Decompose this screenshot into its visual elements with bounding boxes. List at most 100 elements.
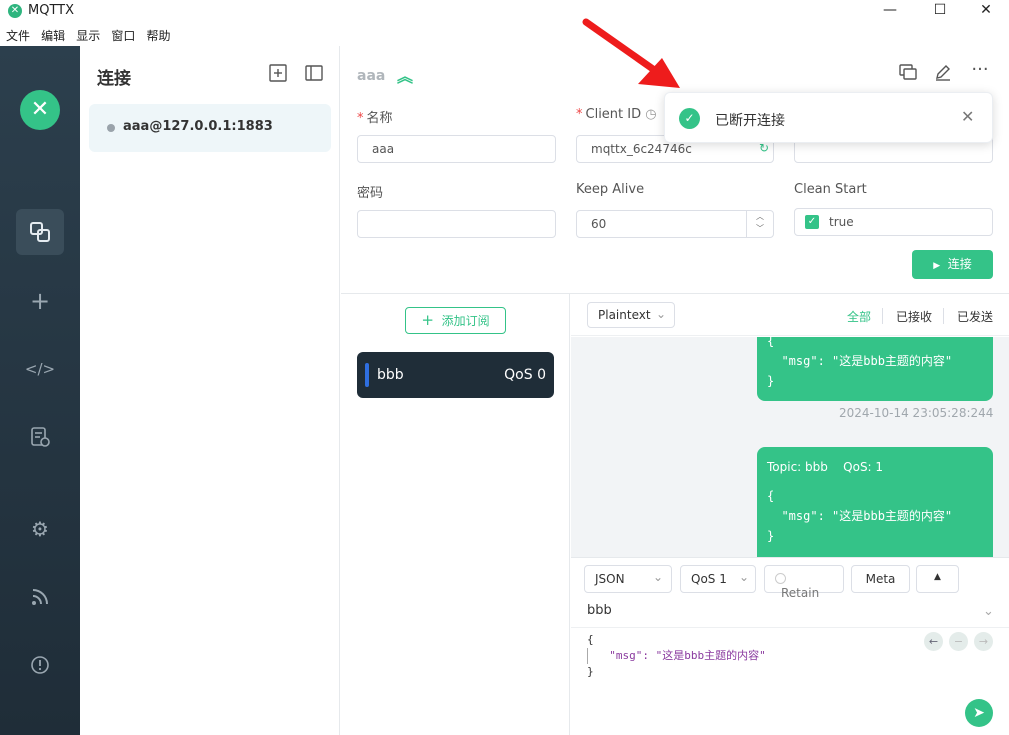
connect-button[interactable]: ▶ 连接: [912, 250, 993, 279]
payload-line: {: [767, 337, 775, 348]
title-bar: ✕ MQTTX — ☐ ✕: [0, 0, 1009, 24]
menu-view[interactable]: 显示: [70, 24, 100, 44]
about-icon[interactable]: [16, 642, 64, 688]
connection-panel: 连接 aaa@127.0.0.1:1883: [80, 46, 340, 735]
divider: [571, 627, 1009, 628]
log-icon[interactable]: [16, 414, 64, 460]
nav-sidebar: ✕ + </> ⚙: [0, 46, 80, 735]
new-group-button[interactable]: [267, 64, 289, 86]
password-label: 密码: [357, 186, 384, 201]
close-button[interactable]: ✕: [966, 0, 1006, 22]
checkbox-checked-icon[interactable]: ✓: [805, 215, 819, 229]
menu-file[interactable]: 文件: [0, 24, 30, 44]
publish-area: JSON ⌄ QoS 1 ⌄ Retain Meta ▲ bbb ⌄ { "ms…: [571, 557, 1009, 735]
payload-line: "msg": "这是bbb主题的内容": [767, 354, 953, 368]
clean-start-value: true: [829, 215, 854, 229]
payload-type-select[interactable]: JSON ⌄: [584, 565, 672, 593]
app-logo-icon: ✕: [8, 4, 22, 18]
success-check-icon: ✓: [679, 108, 700, 129]
subscription-color-bar: [365, 363, 369, 387]
subscribe-feed-icon[interactable]: [16, 574, 64, 620]
annotation-arrow-icon: [582, 18, 680, 88]
toggle-panel-button[interactable]: [303, 64, 325, 86]
plus-icon: +: [421, 311, 434, 329]
message-topic: Topic: bbb: [767, 460, 828, 474]
filter-sent[interactable]: 已发送: [957, 308, 993, 325]
chevron-down-icon: ⌄: [655, 307, 666, 321]
publish-topic-input[interactable]: bbb: [587, 603, 612, 618]
payload-line: }: [767, 374, 775, 388]
play-icon: ▶: [933, 261, 941, 271]
client-id-label: * Client ID ◷: [576, 107, 657, 122]
stepper[interactable]: ︿ ﹀: [746, 211, 773, 237]
payload-line: "msg": "这是bbb主题的内容": [767, 509, 953, 523]
subscription-qos: QoS 0: [504, 367, 546, 383]
close-icon[interactable]: ✕: [961, 107, 974, 126]
more-options-icon[interactable]: ···: [968, 59, 992, 81]
subscription-topic: bbb: [377, 367, 404, 383]
chevron-down-icon: ⌄: [652, 570, 663, 584]
connection-status-dot: [107, 124, 115, 132]
expand-up-icon[interactable]: ▲: [916, 565, 959, 593]
format-select[interactable]: Plaintext ⌄: [587, 302, 675, 328]
filter-separator: [882, 308, 883, 324]
payload-line: }: [767, 529, 775, 543]
menu-edit[interactable]: 编辑: [35, 24, 65, 44]
meta-button[interactable]: Meta: [851, 565, 910, 593]
new-connection-icon[interactable]: +: [16, 278, 64, 324]
menu-help[interactable]: 帮助: [140, 24, 170, 44]
prev-history-icon[interactable]: ←: [924, 632, 943, 651]
message-time: 2024-10-14 23:05:28:244: [839, 406, 994, 420]
filter-all[interactable]: 全部: [847, 308, 871, 325]
main-panel: aaa ︽ ··· * 名称 aaa * Client ID ◷ mqttx_6c2…: [341, 46, 1009, 735]
collapse-up-icon[interactable]: ︽: [397, 63, 413, 87]
payload-line: "msg": "这是bbb主题的内容": [587, 648, 766, 664]
filter-received[interactable]: 已接收: [896, 308, 932, 325]
payload-line: {: [767, 489, 775, 503]
next-history-icon[interactable]: →: [974, 632, 993, 651]
send-icon[interactable]: ➤: [965, 699, 993, 727]
chevron-down-icon[interactable]: ⌄: [983, 604, 994, 619]
message-bubble[interactable]: { "msg": "这是bbb主题的内容" }: [757, 337, 993, 401]
radio-icon: [775, 573, 786, 584]
toast-message: 已断开连接: [715, 113, 785, 129]
name-label: * 名称: [357, 111, 393, 126]
menu-bar: 文件 编辑 显示 窗口 帮助: [0, 24, 1009, 46]
connection-item[interactable]: aaa@127.0.0.1:1883: [89, 104, 331, 152]
menu-window[interactable]: 窗口: [105, 24, 135, 44]
connection-title: aaa: [357, 68, 386, 84]
settings-icon[interactable]: ⚙: [16, 506, 64, 552]
message-qos: QoS: 1: [843, 460, 884, 474]
connections-heading: 连接: [97, 69, 131, 89]
edit-icon[interactable]: [931, 63, 955, 85]
clear-history-icon[interactable]: −: [949, 632, 968, 651]
clean-start-field[interactable]: ✓ true: [794, 208, 993, 236]
minimize-button[interactable]: —: [870, 0, 910, 22]
filter-separator: [943, 308, 944, 324]
retain-toggle[interactable]: Retain: [764, 565, 844, 600]
toast-notification: ✓ 已断开连接 ✕: [664, 92, 993, 143]
message-bubble[interactable]: Topic: bbb QoS: 1 { "msg": "这是bbb主题的内容" …: [757, 447, 993, 557]
messages-column: Plaintext ⌄ 全部 已接收 已发送 { "msg": "这是bbb主题…: [571, 294, 1009, 735]
name-input[interactable]: aaa: [357, 135, 556, 163]
publish-qos-select[interactable]: QoS 1 ⌄: [680, 565, 756, 593]
keepalive-label: Keep Alive: [576, 182, 645, 197]
new-window-icon[interactable]: [896, 63, 920, 85]
message-list: { "msg": "这是bbb主题的内容" } 2024-10-14 23:05…: [571, 337, 1009, 557]
maximize-button[interactable]: ☐: [920, 0, 960, 22]
payload-line: {: [587, 633, 594, 646]
window-title: MQTTX: [28, 3, 75, 18]
password-input[interactable]: [357, 210, 556, 238]
connections-icon[interactable]: [16, 209, 64, 255]
publish-payload-editor[interactable]: { "msg": "这是bbb主题的内容" }: [587, 632, 766, 680]
refresh-icon[interactable]: ↻: [759, 141, 769, 155]
chevron-down-icon: ⌄: [738, 570, 749, 584]
script-icon[interactable]: </>: [16, 346, 64, 392]
clean-start-label: Clean Start: [794, 182, 867, 197]
keepalive-input[interactable]: 60 ︿ ﹀: [576, 210, 774, 238]
subscription-item[interactable]: bbb QoS 0: [357, 352, 554, 398]
add-subscription-button[interactable]: + 添加订阅: [405, 307, 506, 334]
connection-name: aaa@127.0.0.1:1883: [123, 119, 273, 134]
messages-toolbar: Plaintext ⌄ 全部 已接收 已发送: [571, 294, 1009, 336]
subscriptions-column: + 添加订阅 bbb QoS 0: [341, 294, 570, 735]
